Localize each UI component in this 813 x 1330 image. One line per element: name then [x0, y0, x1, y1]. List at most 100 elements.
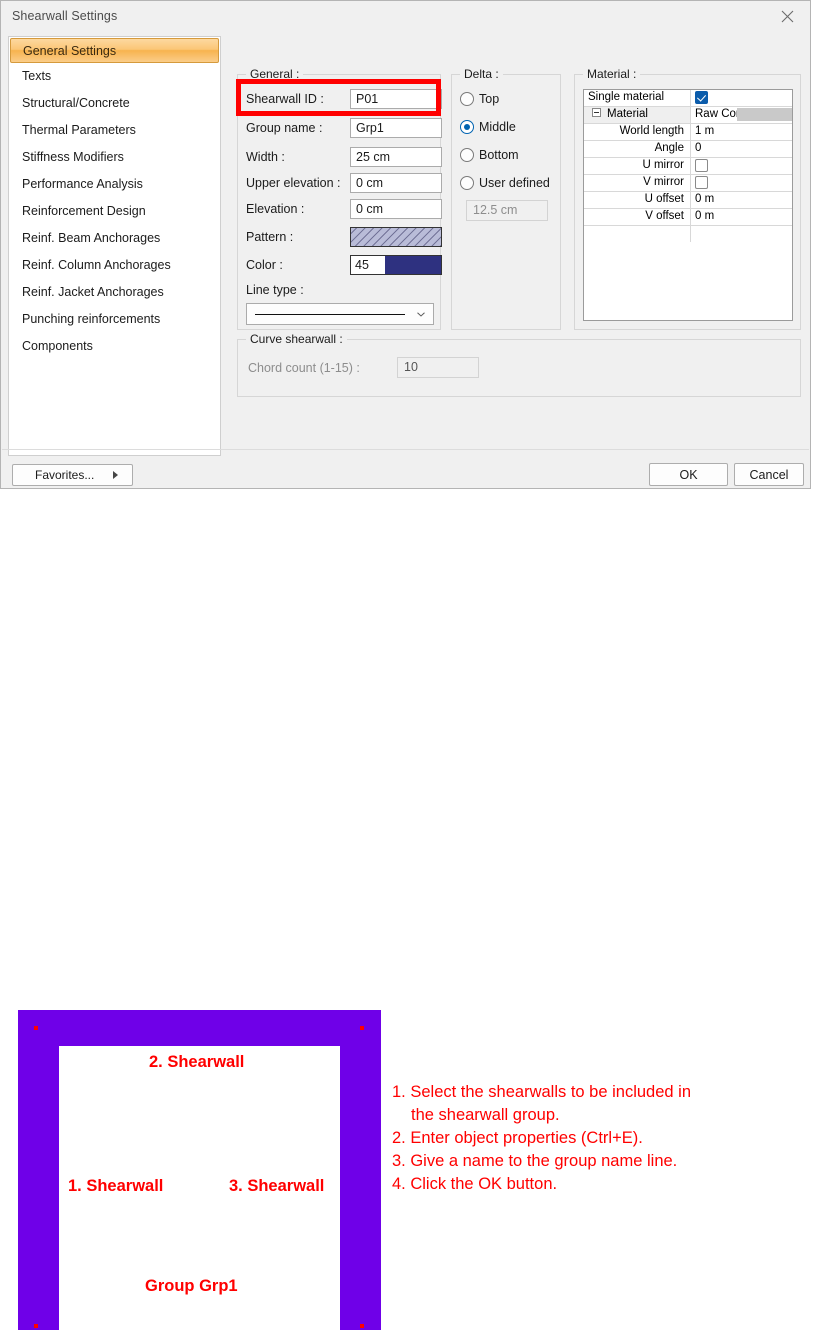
- checkbox-checked-icon[interactable]: [695, 91, 708, 104]
- node-dot: [34, 1324, 38, 1328]
- table-row[interactable]: V mirror: [584, 175, 792, 192]
- sidebar-item-reinf-beam-anchorages[interactable]: Reinf. Beam Anchorages: [9, 225, 220, 252]
- sidebar-item-stiffness-modifiers[interactable]: Stiffness Modifiers: [9, 144, 220, 171]
- sidebar-item-performance-analysis[interactable]: Performance Analysis: [9, 171, 220, 198]
- favorites-button-label: Favorites...: [35, 468, 95, 482]
- sidebar-item-reinf-column-anchorages[interactable]: Reinf. Column Anchorages: [9, 252, 220, 279]
- cancel-button[interactable]: Cancel: [734, 463, 804, 486]
- radio-icon: [460, 176, 474, 190]
- line-type-select[interactable]: [246, 303, 434, 325]
- table-row[interactable]: World length 1 m: [584, 124, 792, 141]
- color-label: Color :: [246, 258, 283, 272]
- sidebar-item-label: Reinforcement Design: [22, 204, 146, 218]
- table-row[interactable]: V offset 0 m: [584, 209, 792, 226]
- material-value[interactable]: [691, 90, 792, 106]
- material-key: U offset: [584, 192, 691, 208]
- shearwall-settings-dialog: Shearwall Settings General Settings Text…: [0, 0, 811, 489]
- radio-delta-middle[interactable]: Middle: [460, 118, 516, 136]
- group-name-label: Group name :: [246, 121, 323, 135]
- chevron-right-icon: [113, 471, 118, 479]
- instruction-steps: 1. Select the shearwalls to be included …: [392, 1081, 807, 1196]
- curve-group-title: Curve shearwall :: [246, 332, 347, 346]
- sidebar-item-reinforcement-design[interactable]: Reinforcement Design: [9, 198, 220, 225]
- radio-label: Middle: [479, 120, 516, 134]
- node-dot: [360, 1026, 364, 1030]
- sidebar-item-thermal-parameters[interactable]: Thermal Parameters: [9, 117, 220, 144]
- upper-elevation-row: Upper elevation : 0 cm: [246, 173, 442, 195]
- sidebar-item-label: Punching reinforcements: [22, 312, 161, 326]
- sidebar-item-texts[interactable]: Texts: [9, 63, 220, 90]
- material-color-swatch[interactable]: [737, 108, 792, 121]
- label-shearwall-1: 1. Shearwall: [68, 1177, 164, 1195]
- material-property-table[interactable]: Single material Material Raw Conc World …: [583, 89, 793, 321]
- radio-delta-top[interactable]: Top: [460, 90, 499, 108]
- material-value[interactable]: [691, 158, 792, 174]
- close-icon[interactable]: [764, 1, 810, 32]
- chord-count-label: Chord count (1-15) :: [248, 361, 360, 375]
- footer-divider: [2, 449, 809, 450]
- instruction-step-1-cont: the shearwall group.: [411, 1106, 560, 1124]
- collapse-icon[interactable]: [592, 108, 601, 118]
- general-group-title: General :: [246, 67, 304, 81]
- pattern-row: Pattern :: [246, 227, 442, 249]
- sidebar-item-punching-reinforcements[interactable]: Punching reinforcements: [9, 306, 220, 333]
- material-group-box: Material : Single material Material Raw …: [574, 67, 801, 330]
- group-name-input[interactable]: Grp1: [350, 118, 442, 138]
- node-dot: [360, 1324, 364, 1328]
- chord-count-input: 10: [397, 357, 479, 378]
- color-swatch[interactable]: [385, 256, 441, 274]
- sidebar-item-label: Thermal Parameters: [22, 123, 136, 137]
- material-value[interactable]: 1 m: [691, 124, 792, 140]
- table-row[interactable]: U offset 0 m: [584, 192, 792, 209]
- table-row[interactable]: Material Raw Conc: [584, 107, 792, 124]
- material-key: World length: [584, 124, 691, 140]
- checkbox-unchecked-icon[interactable]: [695, 176, 708, 189]
- label-shearwall-3: 3. Shearwall: [229, 1177, 325, 1195]
- elevation-input[interactable]: 0 cm: [350, 199, 442, 219]
- window-title: Shearwall Settings: [12, 9, 118, 23]
- width-input[interactable]: 25 cm: [350, 147, 442, 167]
- label-shearwall-2: 2. Shearwall: [149, 1053, 245, 1071]
- color-number-input[interactable]: 45: [351, 256, 385, 274]
- settings-nav-list[interactable]: General Settings Texts Structural/Concre…: [8, 36, 221, 456]
- material-key: Angle: [584, 141, 691, 157]
- sidebar-item-reinf-jacket-anchorages[interactable]: Reinf. Jacket Anchorages: [9, 279, 220, 306]
- material-value[interactable]: 0 m: [691, 209, 792, 225]
- shearwall-id-input[interactable]: P01: [350, 89, 442, 109]
- sidebar-item-structural-concrete[interactable]: Structural/Concrete: [9, 90, 220, 117]
- sidebar-item-label: Reinf. Beam Anchorages: [22, 231, 161, 245]
- sidebar-item-components[interactable]: Components: [9, 333, 220, 360]
- sidebar-item-label: Stiffness Modifiers: [22, 150, 124, 164]
- color-picker[interactable]: 45: [350, 255, 442, 275]
- material-key-label: Material: [607, 108, 648, 120]
- favorites-button[interactable]: Favorites...: [12, 464, 133, 486]
- radio-delta-bottom[interactable]: Bottom: [460, 146, 519, 164]
- radio-label: User defined: [479, 176, 550, 190]
- line-preview: [255, 314, 405, 315]
- table-row[interactable]: U mirror: [584, 158, 792, 175]
- sidebar-item-general-settings[interactable]: General Settings: [10, 38, 219, 63]
- material-value[interactable]: 0: [691, 141, 792, 157]
- material-key: U mirror: [584, 158, 691, 174]
- radio-icon-selected: [460, 120, 474, 134]
- pattern-swatch-button[interactable]: [350, 227, 442, 247]
- material-value[interactable]: 0 m: [691, 192, 792, 208]
- upper-elevation-input[interactable]: 0 cm: [350, 173, 442, 193]
- material-value[interactable]: [691, 175, 792, 191]
- dialog-body: General Settings Texts Structural/Concre…: [1, 32, 810, 488]
- table-row[interactable]: Angle 0: [584, 141, 792, 158]
- radio-icon: [460, 148, 474, 162]
- checkbox-unchecked-icon[interactable]: [695, 159, 708, 172]
- instruction-step-1: 1. Select the shearwalls to be included …: [392, 1083, 692, 1101]
- ok-button[interactable]: OK: [649, 463, 728, 486]
- radio-delta-user-defined[interactable]: User defined: [460, 174, 550, 192]
- delta-group-title: Delta :: [460, 67, 503, 81]
- radio-icon: [460, 92, 474, 106]
- material-key: Material: [584, 107, 691, 123]
- sidebar-item-label: Texts: [22, 69, 52, 83]
- table-row[interactable]: Single material: [584, 90, 792, 107]
- material-value[interactable]: Raw Conc: [691, 107, 792, 123]
- radio-label: Bottom: [479, 148, 519, 162]
- elevation-label: Elevation :: [246, 202, 305, 216]
- group-name-row: Group name : Grp1: [246, 118, 442, 140]
